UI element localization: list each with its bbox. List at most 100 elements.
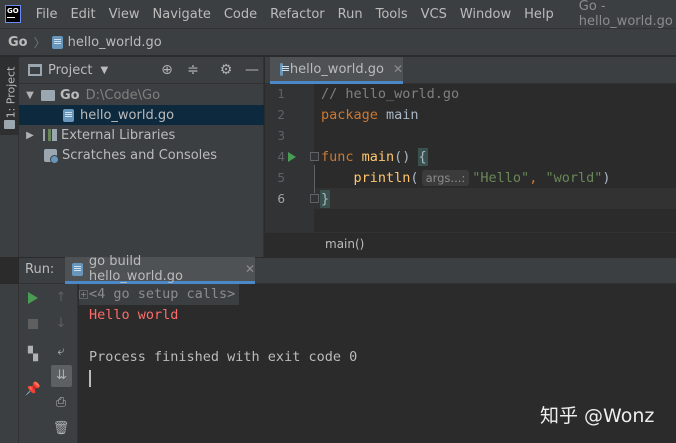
menu-vcs[interactable]: VCS (415, 7, 454, 22)
layout-icon[interactable]: ▚ (24, 346, 42, 364)
trash-icon[interactable]: 🗑 (52, 420, 70, 438)
go-file-icon (63, 108, 74, 122)
stop-icon (28, 319, 38, 329)
chevron-down-icon[interactable]: ▼ (100, 65, 108, 76)
soft-wrap-icon[interactable]: ⤶ (52, 343, 70, 361)
navigation-breadcrumb: Go 〉 hello_world.go (0, 28, 676, 56)
menu-file[interactable]: File (30, 7, 65, 22)
menu-edit[interactable]: Edit (64, 7, 102, 22)
code-function-name: main (353, 149, 395, 165)
tree-item-hello-world[interactable]: hello_world.go (19, 105, 264, 125)
go-file-icon (280, 62, 289, 76)
line-number: 2 (277, 108, 285, 122)
scroll-to-end-icon[interactable]: ⇊ (51, 365, 72, 387)
menu-help[interactable]: Help (518, 7, 561, 22)
editor-tab-hello-world[interactable]: hello_world.go ✕ (270, 57, 403, 84)
play-icon (28, 292, 38, 304)
arrow-up-icon[interactable]: ↑ (52, 289, 70, 307)
expand-icon[interactable]: + (79, 290, 88, 299)
breadcrumb-file[interactable]: hello_world.go (68, 35, 162, 50)
line-number: 5 (277, 171, 285, 185)
project-root-name: Go (60, 87, 80, 103)
code-string: "world" (545, 170, 603, 186)
go-file-icon (51, 35, 63, 49)
code-comment: // hello_world.go (321, 86, 460, 102)
caret-row-highlight (314, 188, 676, 209)
fold-guide (314, 165, 315, 193)
run-panel-title: Run: (25, 262, 55, 277)
editor-breadcrumb: main() (265, 232, 676, 256)
editor-tab-label: hello_world.go (289, 61, 384, 77)
project-root-path: D:\Code\Go (85, 87, 161, 103)
collapse-all-icon[interactable]: ≑ (185, 62, 201, 78)
stop-button[interactable] (24, 315, 42, 333)
console-exit-status: Process finished with exit code 0 (89, 349, 358, 365)
line-number: 3 (277, 129, 285, 143)
code-string: "Hello" (472, 170, 530, 186)
pin-icon[interactable]: 📌 (24, 381, 42, 399)
menu-window[interactable]: Window (454, 7, 518, 22)
goland-logo-icon: GO (5, 5, 21, 23)
folded-setup-calls[interactable]: <4 go setup calls> (79, 284, 240, 305)
project-view-icon (28, 64, 42, 76)
arrow-down-icon[interactable]: ↓ (52, 315, 70, 333)
tree-item-label: Scratches and Consoles (62, 147, 218, 163)
breadcrumb-function[interactable]: main() (325, 237, 364, 251)
line-number: 1 (277, 87, 285, 101)
menu-run[interactable]: Run (332, 7, 370, 22)
code-identifier: main (377, 107, 419, 123)
tree-item-scratches[interactable]: Scratches and Consoles (19, 145, 264, 165)
chevron-right-icon: 〉 (33, 35, 46, 50)
tree-item-project-root[interactable]: ▼ Go D:\Code\Go (19, 85, 264, 105)
print-icon[interactable]: ⎙ (52, 394, 70, 412)
code-function-call: println (353, 170, 411, 186)
go-run-config-icon (72, 262, 83, 276)
locate-file-icon[interactable]: ⊕ (159, 62, 175, 78)
console-output-line: Hello world (89, 307, 179, 323)
code-keyword: package (321, 107, 378, 123)
menu-bar: GO File Edit View Navigate Code Refactor… (0, 0, 676, 29)
run-tab-label: go build hello_world.go (88, 254, 183, 284)
run-tab[interactable]: go build hello_world.go ✕ (65, 254, 255, 284)
window-title: Go - hello_world.go (578, 0, 673, 29)
library-icon (43, 129, 57, 141)
code-keyword: func (321, 149, 354, 165)
project-panel-title[interactable]: Project (48, 63, 92, 78)
close-icon[interactable]: ✕ (245, 262, 255, 276)
code-punctuation: () (394, 149, 419, 165)
code-line-1[interactable]: // hello_world.go (321, 84, 459, 105)
line-number: 6 (277, 192, 285, 206)
code-punctuation: ) (602, 170, 611, 186)
tree-item-label: External Libraries (61, 127, 176, 143)
watermark: 知乎 @Wonz (540, 405, 655, 427)
menu-view[interactable]: View (103, 7, 147, 22)
code-line-4[interactable]: func main() { (321, 147, 428, 168)
chevron-down-icon[interactable]: ▼ (23, 90, 37, 101)
text-cursor (89, 370, 91, 387)
line-number: 4 (277, 150, 285, 164)
tree-item-external-libraries[interactable]: ▶ External Libraries (19, 125, 264, 145)
minimize-icon[interactable]: — (244, 62, 260, 78)
menu-navigate[interactable]: Navigate (147, 7, 218, 22)
code-line-5[interactable]: println(args...: "Hello", "world") (321, 168, 611, 189)
code-line-2[interactable]: package main (321, 105, 419, 126)
folder-icon (4, 120, 15, 129)
gear-icon[interactable]: ⚙ (218, 62, 234, 78)
menu-refactor[interactable]: Refactor (264, 7, 332, 22)
fold-icon[interactable] (310, 152, 319, 161)
menu-code[interactable]: Code (218, 7, 264, 22)
code-brace: } (319, 190, 331, 208)
rerun-button[interactable] (24, 289, 42, 307)
parameter-hint: args...: (421, 170, 470, 186)
fold-icon[interactable] (310, 194, 319, 203)
code-brace: { (417, 148, 428, 166)
code-punctuation: ( (410, 170, 419, 186)
run-gutter-icon[interactable] (288, 152, 296, 162)
code-line-6[interactable]: } (319, 189, 331, 210)
close-icon[interactable]: ✕ (393, 62, 403, 76)
chevron-right-icon[interactable]: ▶ (23, 130, 37, 141)
breadcrumb-root[interactable]: Go (8, 35, 28, 50)
code-punctuation: , (529, 170, 546, 186)
menu-tools[interactable]: Tools (370, 7, 415, 22)
